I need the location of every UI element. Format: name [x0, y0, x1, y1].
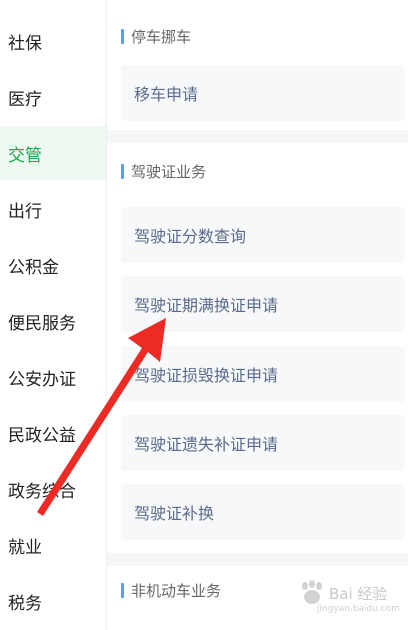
sidebar-item-label: 公积金: [8, 257, 59, 278]
service-item-license-replacement[interactable]: 驾驶证补换: [121, 484, 405, 540]
service-content: 停车挪车 移车申请 驾驶证业务 驾驶证分数查询 驾驶证期满换证申请 驾驶证损毁换…: [107, 0, 408, 630]
sidebar-item-label: 民政公益: [8, 425, 76, 446]
sidebar-item-tax[interactable]: 税务: [0, 574, 106, 628]
section-non-motor-vehicle: 非机动车业务: [107, 566, 408, 630]
section-marker: [121, 163, 124, 179]
sidebar-item-employment[interactable]: 就业: [0, 518, 106, 572]
sidebar-item-label: 医疗: [8, 89, 42, 110]
sidebar-item-social-security[interactable]: 社保: [0, 14, 106, 68]
sidebar-item-label: 出行: [8, 201, 42, 222]
sidebar-item-police-certificates[interactable]: 公安办证: [0, 350, 106, 404]
sidebar-item-label: 公安办证: [8, 369, 76, 390]
section-title: 驾驶证业务: [121, 161, 206, 181]
section-marker: [121, 28, 124, 44]
sidebar-item-traffic[interactable]: 交管: [0, 126, 106, 180]
sidebar-item-label: 就业: [8, 537, 42, 558]
category-sidebar: 社保 医疗 交管 出行 公积金 便民服务 公安办证 民政公益 政务综合 就业 税…: [0, 0, 107, 630]
sidebar-item-label: 政务综合: [8, 481, 76, 502]
sidebar-item-housing-fund[interactable]: 公积金: [0, 238, 106, 292]
section-driver-license: 驾驶证业务 驾驶证分数查询 驾驶证期满换证申请 驾驶证损毁换证申请 驾驶证遗失补…: [107, 143, 408, 553]
section-parking: 停车挪车 移车申请: [107, 0, 408, 130]
service-item-license-points[interactable]: 驾驶证分数查询: [121, 207, 405, 263]
sidebar-item-government-general[interactable]: 政务综合: [0, 462, 106, 516]
service-item-move-car[interactable]: 移车申请: [121, 65, 405, 121]
sidebar-item-label: 交管: [8, 145, 42, 166]
app-screen: 社保 医疗 交管 出行 公积金 便民服务 公安办证 民政公益 政务综合 就业 税…: [0, 0, 408, 630]
section-title: 非机动车业务: [121, 580, 221, 600]
sidebar-item-label: 税务: [8, 593, 42, 614]
sidebar-item-label: 社保: [8, 33, 42, 54]
service-item-license-loss-reissue[interactable]: 驾驶证遗失补证申请: [121, 415, 405, 471]
section-marker: [121, 582, 124, 598]
sidebar-item-travel[interactable]: 出行: [0, 182, 106, 236]
sidebar-item-medical[interactable]: 医疗: [0, 70, 106, 124]
sidebar-item-convenience[interactable]: 便民服务: [0, 294, 106, 348]
sidebar-item-civil-affairs[interactable]: 民政公益: [0, 406, 106, 460]
sidebar-item-label: 便民服务: [8, 313, 76, 334]
service-item-license-damage-replacement[interactable]: 驾驶证损毁换证申请: [121, 346, 405, 402]
service-item-license-expiry-renewal[interactable]: 驾驶证期满换证申请: [121, 276, 405, 332]
section-title: 停车挪车: [121, 26, 191, 46]
